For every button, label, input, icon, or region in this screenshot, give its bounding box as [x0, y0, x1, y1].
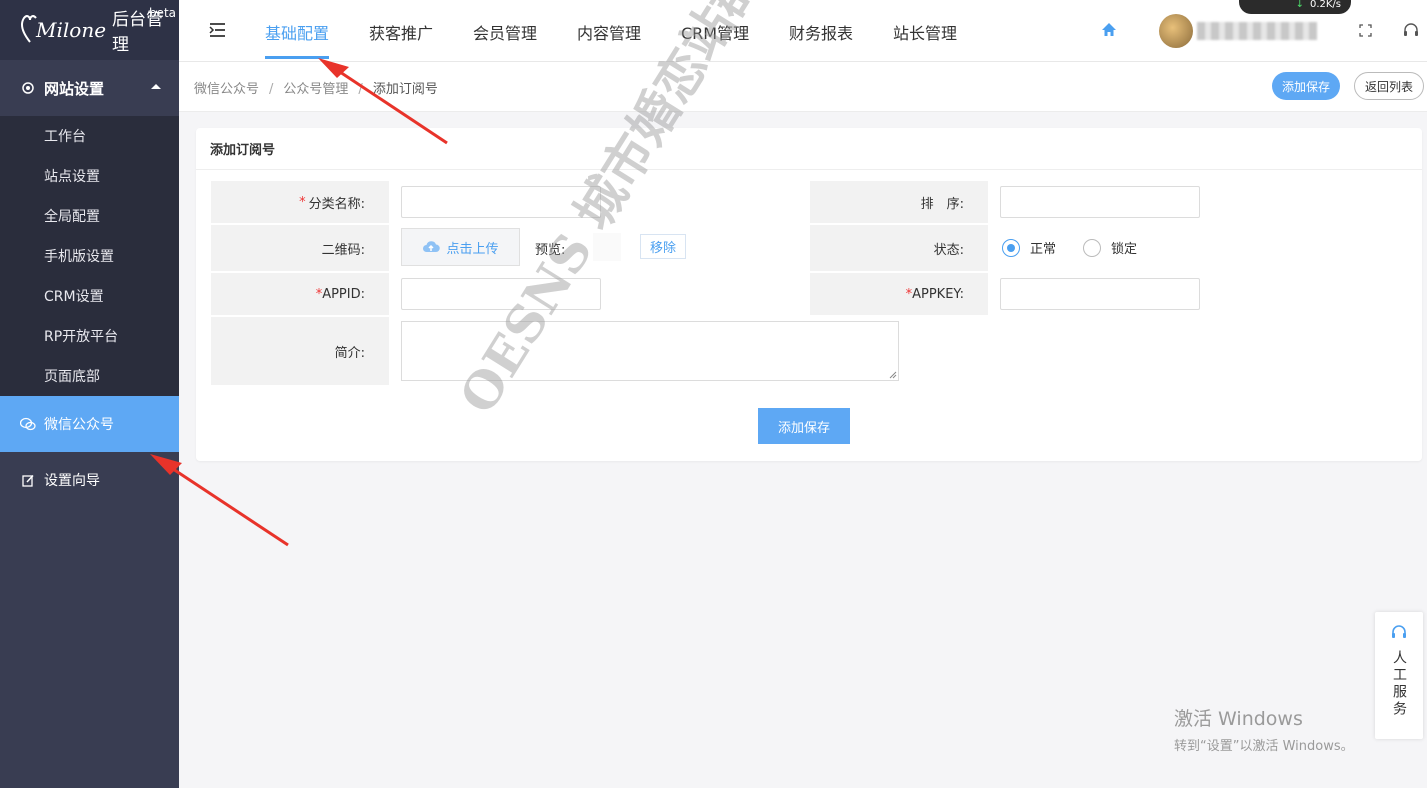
- status-radio-locked[interactable]: 锁定: [1083, 238, 1137, 257]
- caret-up-icon: [151, 84, 161, 89]
- qrcode-label: 二维码:: [211, 225, 389, 271]
- sort-input[interactable]: [1000, 186, 1200, 218]
- breadcrumb-bar: 微信公众号 / 公众号管理 / 添加订阅号 添加保存 返回列表: [179, 62, 1427, 112]
- breadcrumb-item-wechat[interactable]: 微信公众号: [194, 82, 259, 97]
- sidebar-item-label: 微信公众号: [44, 417, 114, 433]
- intro-textarea[interactable]: [401, 321, 899, 381]
- nav-customer-acquisition[interactable]: 获客推广: [369, 20, 433, 44]
- preview-image: [593, 233, 621, 261]
- remove-button[interactable]: 移除: [640, 234, 686, 259]
- appkey-label: * APPKEY:: [810, 273, 988, 315]
- windows-activation-notice: 激活 Windows 转到“设置”以激活 Windows。: [1174, 704, 1354, 754]
- heart-logo-icon: [21, 15, 37, 43]
- gear-icon: [20, 80, 36, 96]
- menu-toggle-icon[interactable]: [209, 22, 227, 42]
- status-radio-normal[interactable]: 正常: [1002, 238, 1056, 257]
- breadcrumb-item-current: 添加订阅号: [372, 82, 438, 97]
- sidebar-item-label: 设置向导: [44, 473, 100, 489]
- breadcrumb-item-account-management[interactable]: 公众号管理: [283, 82, 348, 97]
- fullscreen-icon[interactable]: [1359, 24, 1372, 41]
- category-name-input[interactable]: [401, 186, 601, 218]
- wechat-icon: [20, 416, 36, 432]
- sidebar-item-workbench[interactable]: 工作台: [0, 116, 179, 156]
- windows-activation-subtitle: 转到“设置”以激活 Windows。: [1174, 739, 1354, 754]
- sidebar-item-rp-platform[interactable]: RP开放平台: [0, 316, 179, 356]
- sidebar-item-global-config[interactable]: 全局配置: [0, 196, 179, 236]
- logo-script: Milone: [36, 18, 107, 42]
- nav-basic-config[interactable]: 基础配置: [265, 20, 329, 44]
- form-title: 添加订阅号: [196, 128, 1422, 170]
- resize-handle-icon[interactable]: [889, 371, 897, 379]
- breadcrumb: 微信公众号 / 公众号管理 / 添加订阅号: [194, 78, 438, 97]
- nav-content-management[interactable]: 内容管理: [577, 20, 641, 44]
- sidebar: Milone 后台管理 beta 网站设置 工作台 站点设置 全局配置 手机版设…: [0, 0, 179, 788]
- breadcrumb-separator: /: [358, 82, 363, 97]
- save-button-top[interactable]: 添加保存: [1272, 72, 1340, 100]
- sort-label: 排 序:: [810, 181, 988, 223]
- network-speed: 0.2K/s: [1309, 0, 1341, 10]
- radio-checked-icon: [1002, 238, 1020, 257]
- nav-crm-management[interactable]: CRM管理: [681, 20, 749, 44]
- sidebar-item-crm-settings[interactable]: CRM设置: [0, 276, 179, 316]
- sidebar-item-site-settings[interactable]: 站点设置: [0, 156, 179, 196]
- form-card: 添加订阅号 * 分类名称: 排 序: 二维码: 点击上传 预览: 移除 状态: 正…: [196, 128, 1422, 461]
- nav-finance-reports[interactable]: 财务报表: [789, 20, 853, 44]
- upload-label: 点击上传: [446, 241, 499, 257]
- headset-icon: [1390, 624, 1408, 644]
- beta-badge: beta: [148, 6, 176, 20]
- intro-label: 简介:: [211, 317, 389, 385]
- back-to-list-button[interactable]: 返回列表: [1354, 72, 1424, 100]
- customer-service-tab[interactable]: 人工服务: [1375, 612, 1423, 739]
- sidebar-item-wechat[interactable]: 微信公众号: [0, 396, 179, 452]
- cloud-upload-icon: [423, 241, 441, 252]
- appid-label: * APPID:: [211, 273, 389, 315]
- avatar[interactable]: [1159, 14, 1193, 48]
- appkey-input[interactable]: [1000, 278, 1200, 310]
- radio-unchecked-icon: [1083, 238, 1101, 257]
- sidebar-group-website-settings[interactable]: 网站设置: [0, 60, 179, 116]
- sidebar-item-mobile-settings[interactable]: 手机版设置: [0, 236, 179, 276]
- home-icon[interactable]: [1101, 22, 1117, 41]
- nav-webmaster-management[interactable]: 站长管理: [893, 20, 957, 44]
- logo[interactable]: Milone 后台管理 beta: [0, 0, 179, 60]
- nav-active-indicator: [265, 56, 329, 59]
- appid-input[interactable]: [401, 278, 601, 310]
- submit-save-button[interactable]: 添加保存: [758, 408, 850, 444]
- username-blurred: [1197, 22, 1317, 40]
- sidebar-item-setup-wizard[interactable]: 设置向导: [0, 452, 179, 508]
- network-speed-widget: ↓ 0.2K/s: [1239, 0, 1351, 14]
- status-label: 状态:: [810, 225, 988, 271]
- breadcrumb-separator: /: [269, 82, 274, 97]
- nav-member-management[interactable]: 会员管理: [473, 20, 537, 44]
- top-navbar: 基础配置 获客推广 会员管理 内容管理 CRM管理 财务报表 站长管理 ↓ 0.2…: [179, 0, 1427, 62]
- preview-label: 预览:: [535, 243, 566, 258]
- headset-icon[interactable]: [1403, 22, 1419, 41]
- category-name-label: * 分类名称:: [211, 181, 389, 223]
- edit-icon: [20, 472, 36, 488]
- customer-service-label: 人工服务: [1391, 650, 1407, 718]
- windows-activation-title: 激活 Windows: [1174, 708, 1303, 730]
- sidebar-group-label: 网站设置: [44, 79, 105, 98]
- sidebar-item-page-footer[interactable]: 页面底部: [0, 356, 179, 396]
- sidebar-submenu: 工作台 站点设置 全局配置 手机版设置 CRM设置 RP开放平台 页面底部: [0, 116, 179, 396]
- upload-button[interactable]: 点击上传: [401, 228, 520, 266]
- required-mark: *: [299, 194, 306, 210]
